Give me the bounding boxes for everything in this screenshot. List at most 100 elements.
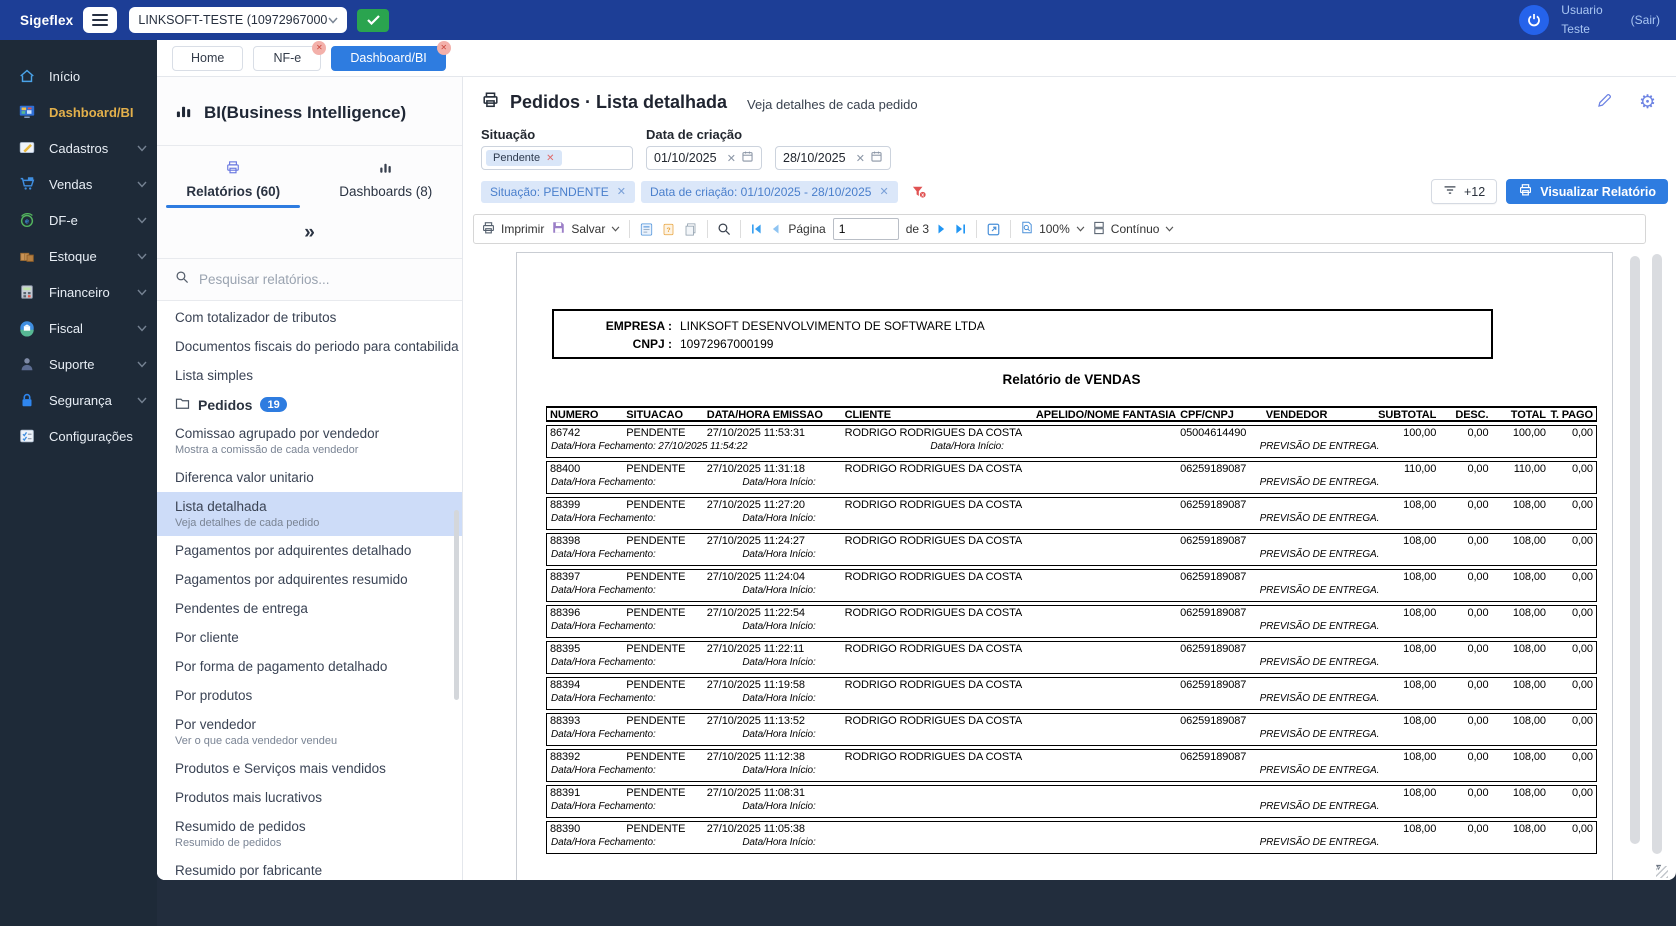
cell-situacao: PENDENTE [625, 715, 705, 728]
page-number-input[interactable] [833, 218, 899, 240]
cell-total: 108,00 [1489, 535, 1546, 548]
date-to-field[interactable]: 28/10/2025 ✕ [775, 146, 891, 170]
report-list-item[interactable]: Diferenca valor unitario [157, 463, 462, 492]
report-list-item[interactable]: Pendentes de entrega [157, 594, 462, 623]
report-list-item[interactable]: Produtos mais lucrativos [157, 783, 462, 812]
resize-grip[interactable] [1656, 866, 1668, 878]
report-list-item[interactable]: Produtos e Serviços mais vendidos [157, 754, 462, 783]
report-scrollbar[interactable] [1630, 256, 1640, 844]
tab-dashboards[interactable]: Dashboards (8) [310, 160, 463, 214]
company-select-value: LINKSOFT-TESTE (10972967000199) [138, 13, 328, 27]
search-icon[interactable] [717, 222, 731, 236]
table-row-sub: Data/Hora Fechamento:Data/Hora Início:PR… [549, 800, 1594, 814]
gear-icon[interactable]: ⚙ [1639, 93, 1656, 112]
sidebar-item-dashboard[interactable]: Dashboard/BI [0, 94, 157, 130]
cell-apelido [1035, 679, 1179, 692]
tab-home[interactable]: Home [172, 46, 243, 71]
report-list-item[interactable]: Comissao agrupado por vendedorMostra a c… [157, 419, 462, 463]
tab-dashboard-bi[interactable]: Dashboard/BI✕ [331, 46, 445, 71]
close-icon[interactable]: ✕ [617, 185, 626, 198]
document-map-icon[interactable] [639, 222, 654, 237]
tab-nf-e[interactable]: NF-e✕ [253, 46, 321, 71]
page-subtitle: Veja detalhes de cada pedido [747, 97, 918, 112]
close-icon[interactable]: ✕ [312, 41, 326, 55]
search-icon [175, 270, 189, 289]
cadastros-icon [18, 139, 40, 157]
cell-desc: 0,00 [1437, 499, 1489, 512]
sidebar-item-home[interactable]: Início [0, 58, 157, 94]
applied-filter-chip[interactable]: Situação: PENDENTE✕ [481, 181, 635, 203]
calendar-icon[interactable] [741, 150, 754, 166]
inicio-label: Data/Hora Início: [930, 440, 1003, 454]
last-page-icon[interactable] [954, 223, 967, 235]
situacao-field[interactable]: Pendente ✕ [481, 146, 633, 170]
report-list-item[interactable]: Por cliente [157, 623, 462, 652]
first-page-icon[interactable] [750, 223, 763, 235]
cell-emissao: 27/10/2025 11:53:31 [706, 427, 844, 440]
report-list-item[interactable]: Lista simples [157, 361, 462, 390]
next-page-icon[interactable] [936, 223, 947, 235]
report-list-item[interactable]: Resumido por fabricante [157, 856, 462, 880]
parameters-icon[interactable]: ? [661, 222, 676, 237]
power-icon[interactable] [1519, 5, 1549, 35]
clear-filters-icon[interactable]: x [910, 184, 927, 200]
view-mode-control[interactable]: Contínuo [1092, 221, 1175, 238]
previous-page-icon[interactable] [770, 223, 781, 235]
search-input[interactable] [199, 272, 444, 287]
report-list-item[interactable]: Pagamentos por adquirentes resumido [157, 565, 462, 594]
zoom-control[interactable]: 100% [1020, 220, 1085, 238]
clear-icon[interactable]: ✕ [727, 152, 736, 165]
report-list-item[interactable]: Resumido de pedidosResumido de pedidos [157, 812, 462, 856]
close-icon[interactable]: ✕ [437, 41, 451, 55]
cell-cliente: RODRIGO RODRIGUES DA COSTA [844, 751, 1035, 764]
sidebar-item-configuracoes[interactable]: Configurações [0, 418, 157, 454]
sidebar-item-cadastros[interactable]: Cadastros [0, 130, 157, 166]
report-group-pedidos[interactable]: Pedidos19 [157, 390, 462, 419]
date-from-field[interactable]: 01/10/2025 ✕ [646, 146, 762, 170]
calendar-icon[interactable] [870, 150, 883, 166]
content-panel: HomeNF-e✕Dashboard/BI✕ BI(Business Intel… [157, 40, 1676, 880]
sidebar-item-suporte[interactable]: Suporte [0, 346, 157, 382]
sidebar-item-financeiro[interactable]: Financeiro [0, 274, 157, 310]
report-list-item[interactable]: Por produtos [157, 681, 462, 710]
sidebar-item-label: Início [49, 69, 80, 84]
print-button[interactable]: Imprimir [481, 221, 544, 238]
panel-scrollbar[interactable] [1652, 254, 1662, 854]
cell-vendedor [1265, 463, 1343, 476]
pencil-icon[interactable] [1596, 92, 1613, 114]
report-item-title: Pendentes de entrega [175, 598, 444, 619]
more-filters-button[interactable]: +12 [1431, 179, 1497, 204]
logout-link[interactable]: (Sair) [1631, 13, 1660, 27]
report-list-item[interactable]: Por vendedorVer o que cada vendedor vend… [157, 710, 462, 754]
panel-scrollbar[interactable] [454, 510, 459, 700]
collapse-panel-icon[interactable]: » [157, 214, 462, 258]
report-list-item[interactable]: Com totalizador de tributos [157, 303, 462, 332]
applied-filter-chip[interactable]: Data de criação: 01/10/2025 - 28/10/2025… [641, 181, 898, 203]
report-search[interactable] [157, 259, 462, 300]
sidebar-item-vendas[interactable]: Vendas [0, 166, 157, 202]
sidebar: Início Dashboard/BICadastrosVendaseDF-eEs… [0, 40, 157, 926]
tab-relatorios[interactable]: Relatórios (60) [157, 160, 310, 214]
company-select[interactable]: LINKSOFT-TESTE (10972967000199) [129, 7, 347, 33]
visualizar-relatorio-button[interactable]: Visualizar Relatório [1506, 179, 1668, 204]
table-row: 88391PENDENTE27/10/2025 11:08:31108,000,… [546, 785, 1597, 818]
close-icon[interactable]: ✕ [546, 153, 554, 164]
column-header: DATA/HORA EMISSAO [706, 409, 844, 419]
sidebar-item-dfe[interactable]: eDF-e [0, 202, 157, 238]
report-list-item[interactable]: Por forma de pagamento detalhado [157, 652, 462, 681]
close-icon[interactable]: ✕ [879, 185, 888, 198]
sidebar-item-seguranca[interactable]: Segurança [0, 382, 157, 418]
report-list-item[interactable]: Pagamentos por adquirentes detalhado [157, 536, 462, 565]
save-button[interactable]: Salvar [551, 220, 620, 238]
sidebar-item-fiscal[interactable]: Fiscal [0, 310, 157, 346]
sidebar-item-estoque[interactable]: Estoque [0, 238, 157, 274]
fullscreen-icon[interactable] [986, 222, 1001, 237]
page-setup-icon[interactable] [683, 222, 698, 237]
clear-icon[interactable]: ✕ [856, 152, 865, 165]
report-list-item[interactable]: Lista detalhadaVeja detalhes de cada ped… [157, 492, 462, 536]
report-list-item[interactable]: Documentos fiscais do periodo para conta… [157, 332, 462, 361]
cell-subtotal: 108,00 [1343, 679, 1437, 692]
applied-filter-text: Data de criação: 01/10/2025 - 28/10/2025 [650, 185, 872, 199]
confirm-company-button[interactable] [357, 9, 389, 32]
hamburger-menu-icon[interactable] [83, 7, 117, 33]
